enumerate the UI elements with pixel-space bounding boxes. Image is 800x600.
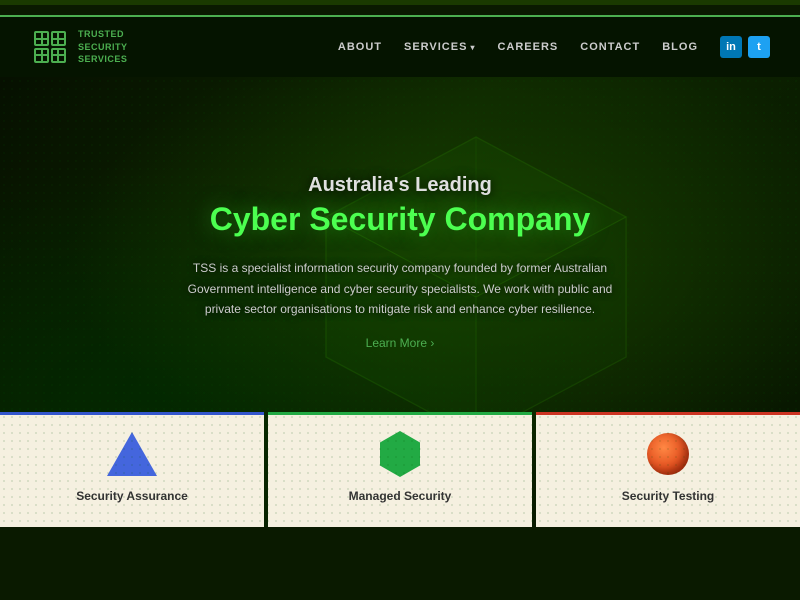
hero-description: TSS is a specialist information security… <box>180 258 620 319</box>
nav-blog[interactable]: BLOG <box>662 41 698 53</box>
nav: ABOUT SERVICES ▾ CAREERS CONTACT BLOG in… <box>338 36 770 58</box>
dropdown-arrow-icon: ▾ <box>470 43 475 52</box>
hero-section: Australia's Leading Cyber Security Compa… <box>0 77 800 527</box>
nav-contact[interactable]: CONTACT <box>580 41 640 53</box>
hero-subtitle: Australia's Leading <box>308 174 492 197</box>
header: TRUSTED SECURITY SERVICES ABOUT SERVICES… <box>0 17 800 77</box>
learn-more-link[interactable]: Learn More › <box>366 336 435 350</box>
hero-title: Cyber Security Company <box>210 201 591 238</box>
twitter-button[interactable]: t <box>748 36 770 58</box>
nav-about[interactable]: ABOUT <box>338 41 382 53</box>
logo-icon <box>30 27 70 67</box>
top-bar <box>0 0 800 5</box>
hero-content: Australia's Leading Cyber Security Compa… <box>0 77 800 527</box>
nav-social: in t <box>720 36 770 58</box>
nav-services[interactable]: SERVICES ▾ <box>404 41 475 53</box>
linkedin-button[interactable]: in <box>720 36 742 58</box>
logo-area: TRUSTED SECURITY SERVICES <box>30 27 128 67</box>
nav-careers[interactable]: CAREERS <box>497 41 558 53</box>
logo-text: TRUSTED SECURITY SERVICES <box>78 28 128 66</box>
